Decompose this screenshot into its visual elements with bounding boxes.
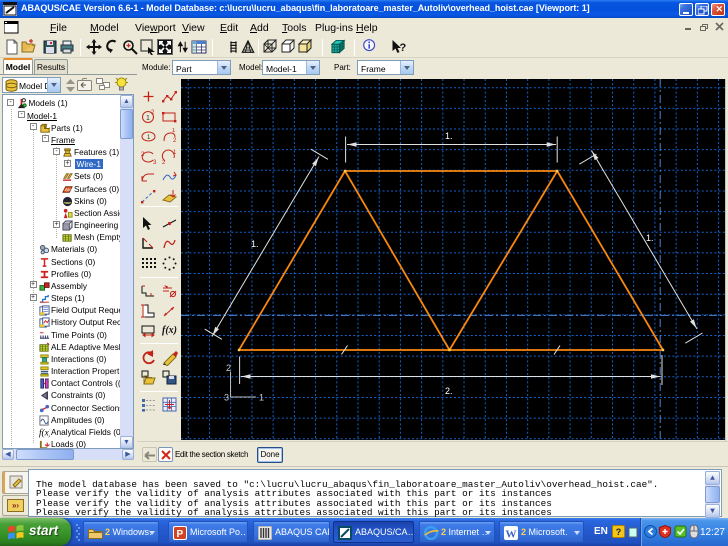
svg-text:2: 2 xyxy=(173,138,177,144)
svg-text:1.: 1. xyxy=(251,239,259,249)
svg-text:W: W xyxy=(506,529,517,541)
svg-text:1.: 1. xyxy=(445,131,453,141)
svg-text:P: P xyxy=(177,529,184,540)
svg-text:1: 1 xyxy=(147,135,151,141)
svg-text:1: 1 xyxy=(172,128,176,134)
svg-text:f(x): f(x) xyxy=(39,427,50,437)
svg-text:1.: 1. xyxy=(646,233,654,243)
svg-text:2: 2 xyxy=(151,110,155,116)
svg-text:f(x): f(x) xyxy=(162,325,177,336)
svg-text:2.: 2. xyxy=(445,386,453,396)
svg-text:?: ? xyxy=(400,42,407,54)
svg-text:1: 1 xyxy=(259,393,264,403)
svg-text:2: 2 xyxy=(162,160,166,165)
svg-text:1: 1 xyxy=(146,115,150,122)
svg-text:3: 3 xyxy=(153,160,157,165)
svg-text:1: 1 xyxy=(173,150,177,156)
svg-text:3: 3 xyxy=(224,393,229,403)
svg-text:2: 2 xyxy=(226,363,231,373)
